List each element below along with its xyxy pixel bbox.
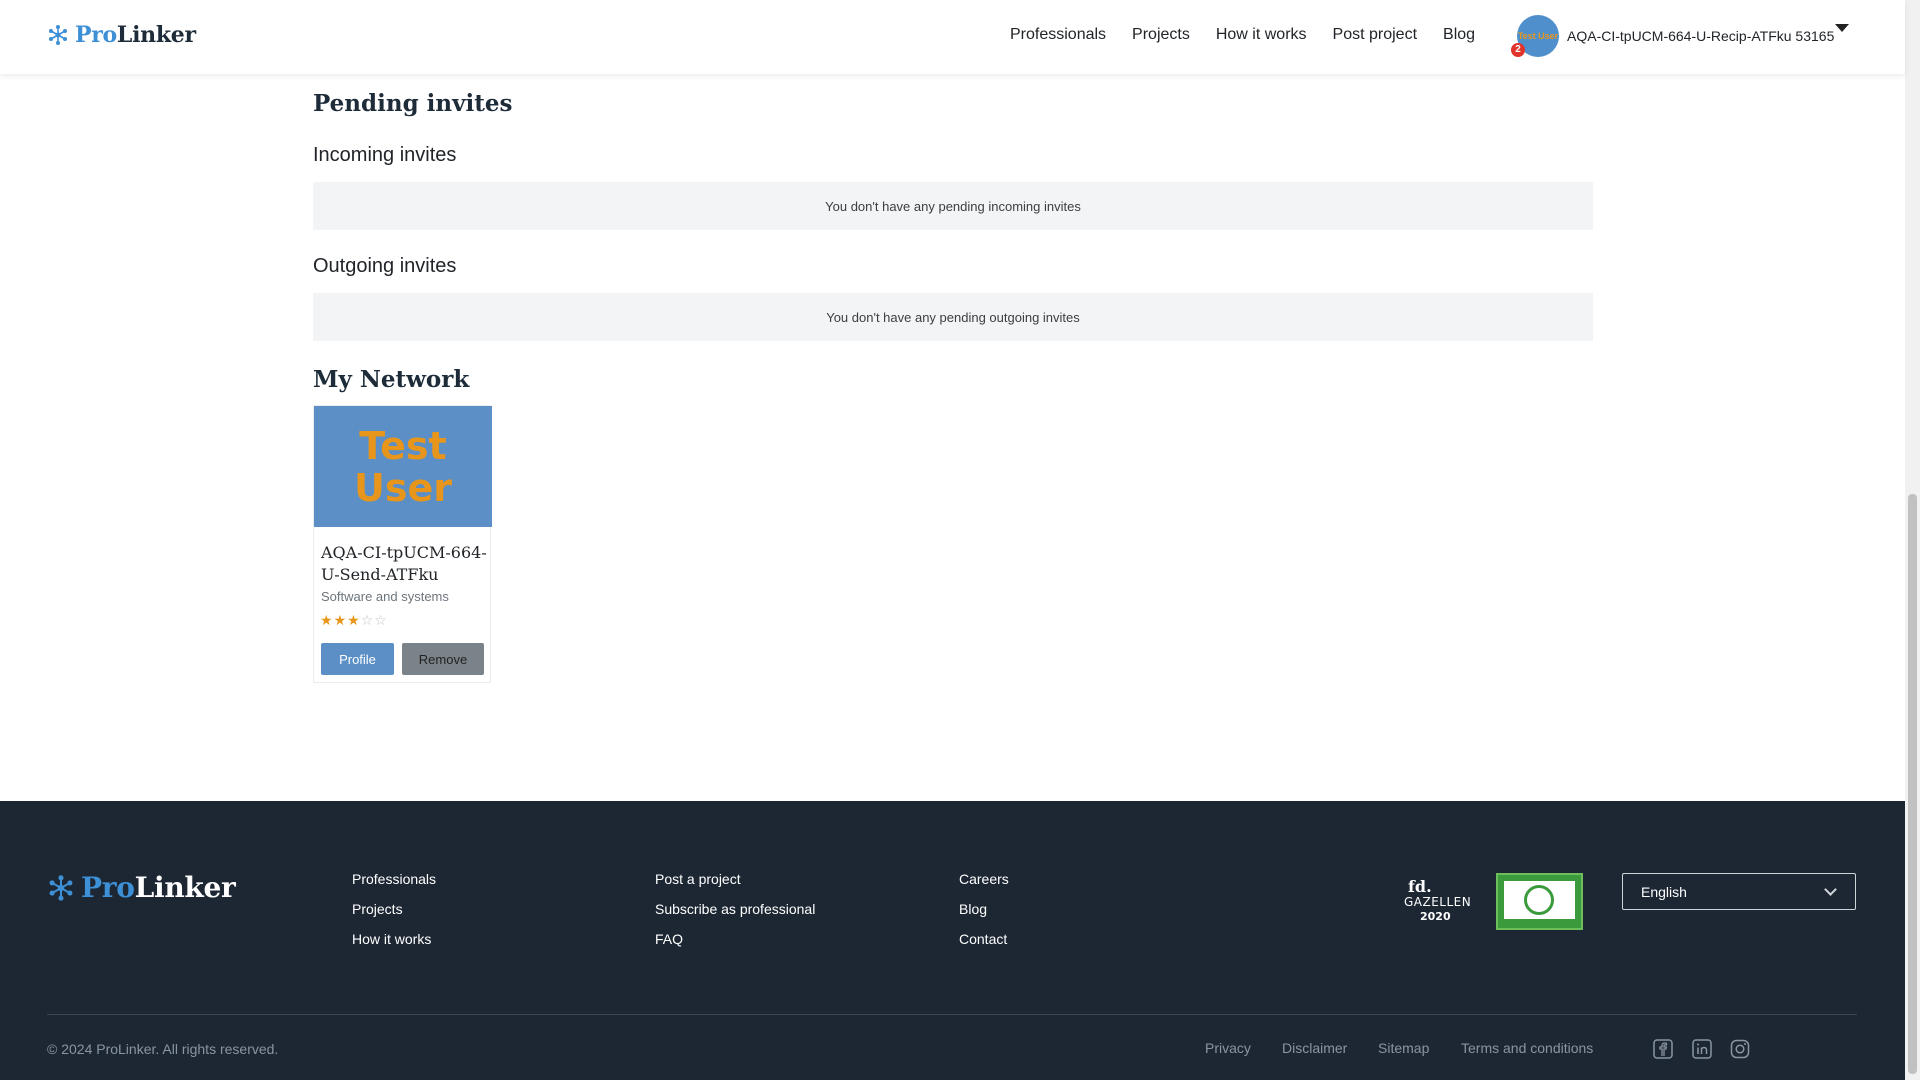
footer-link-careers[interactable]: Careers bbox=[959, 871, 1009, 889]
footer-logo[interactable]: ProLinker bbox=[47, 871, 236, 904]
nav-how-it-works[interactable]: How it works bbox=[1216, 26, 1307, 44]
network-card: Test User AQA-CI-tpUCM-664-U-Send-ATFku … bbox=[313, 405, 492, 683]
wreath-icon bbox=[1524, 885, 1554, 915]
incoming-empty-text: You don't have any pending incoming invi… bbox=[825, 198, 1081, 214]
footer-link-projects[interactable]: Projects bbox=[352, 901, 436, 919]
footer-link-blog[interactable]: Blog bbox=[959, 901, 1009, 919]
language-value: English bbox=[1641, 883, 1687, 900]
outgoing-invites-empty: You don't have any pending outgoing invi… bbox=[313, 293, 1593, 341]
my-network-title: My Network bbox=[313, 366, 470, 393]
avatar[interactable]: Test User 2 bbox=[1511, 15, 1559, 57]
nav-professionals[interactable]: Professionals bbox=[1010, 26, 1106, 44]
user-name[interactable]: AQA-CI-tpUCM-664-U-Recip-ATFku 53165 bbox=[1567, 28, 1834, 44]
language-select[interactable]: English bbox=[1622, 873, 1856, 910]
footer-link-subscribe[interactable]: Subscribe as professional bbox=[655, 901, 815, 919]
footer-divider bbox=[47, 1014, 1857, 1015]
site-header: ProLinker Professionals Projects How it … bbox=[0, 0, 1905, 74]
footer-link-privacy[interactable]: Privacy bbox=[1205, 1040, 1251, 1056]
facebook-icon[interactable] bbox=[1653, 1039, 1673, 1059]
star-filled-icon: ★ bbox=[333, 612, 347, 628]
footer-link-professionals[interactable]: Professionals bbox=[352, 871, 436, 889]
footer-link-post-project[interactable]: Post a project bbox=[655, 871, 815, 889]
star-filled-icon: ★ bbox=[347, 612, 360, 628]
avatar-text: Test User bbox=[1517, 30, 1559, 41]
linkedin-icon[interactable] bbox=[1692, 1039, 1712, 1059]
user-menu[interactable]: Test User 2 AQA-CI-tpUCM-664-U-Recip-ATF… bbox=[1511, 15, 1834, 57]
footer-link-contact[interactable]: Contact bbox=[959, 931, 1009, 949]
logo-network-icon bbox=[49, 25, 67, 45]
footer-link-disclaimer[interactable]: Disclaimer bbox=[1282, 1040, 1347, 1056]
footer-col-3: Careers Blog Contact bbox=[959, 871, 1009, 949]
footer-link-terms[interactable]: Terms and conditions bbox=[1461, 1040, 1593, 1056]
scrollbar-thumb[interactable] bbox=[1908, 494, 1917, 1074]
copyright: © 2024 ProLinker. All rights reserved. bbox=[47, 1041, 279, 1057]
rating-stars: ★ ★ ★ ☆ ☆ bbox=[320, 613, 387, 627]
network-card-image: Test User bbox=[314, 406, 492, 527]
logo-text: ProLinker bbox=[75, 22, 196, 48]
star-filled-icon: ★ bbox=[320, 612, 333, 628]
footer-link-sitemap[interactable]: Sitemap bbox=[1378, 1040, 1429, 1056]
card-image-text-1: Test bbox=[359, 423, 447, 468]
page-scrollbar[interactable] bbox=[1905, 0, 1920, 1080]
star-empty-icon: ☆ bbox=[360, 612, 374, 628]
notification-badge[interactable]: 2 bbox=[1511, 43, 1525, 57]
incoming-invites-empty: You don't have any pending incoming invi… bbox=[313, 182, 1593, 230]
gazellen-badge: fd. GAZELLEN 2020 bbox=[1404, 877, 1472, 923]
nav-post-project[interactable]: Post project bbox=[1333, 26, 1417, 44]
outgoing-invites-title: Outgoing invites bbox=[313, 255, 457, 277]
site-footer: ProLinker Professionals Projects How it … bbox=[0, 801, 1905, 1080]
instagram-icon[interactable] bbox=[1730, 1039, 1750, 1059]
header-logo[interactable]: ProLinker bbox=[47, 22, 196, 48]
network-card-name: AQA-CI-tpUCM-664-U-Send-ATFku bbox=[321, 543, 487, 584]
award-badge bbox=[1496, 873, 1583, 930]
profile-button[interactable]: Profile bbox=[321, 643, 394, 675]
star-empty-icon: ☆ bbox=[374, 612, 387, 628]
footer-col-2: Post a project Subscribe as professional… bbox=[655, 871, 815, 949]
caret-down-icon[interactable] bbox=[1835, 24, 1849, 32]
remove-button[interactable]: Remove bbox=[402, 643, 484, 675]
nav-projects[interactable]: Projects bbox=[1132, 26, 1190, 44]
main-nav: Professionals Projects How it works Post… bbox=[1010, 26, 1475, 44]
nav-blog[interactable]: Blog bbox=[1443, 26, 1475, 44]
incoming-invites-title: Incoming invites bbox=[313, 144, 457, 166]
outgoing-empty-text: You don't have any pending outgoing invi… bbox=[826, 309, 1080, 325]
pending-invites-title: Pending invites bbox=[313, 90, 513, 117]
footer-logo-text: ProLinker bbox=[81, 871, 236, 904]
footer-link-how-it-works[interactable]: How it works bbox=[352, 931, 436, 949]
footer-col-1: Professionals Projects How it works bbox=[352, 871, 436, 949]
card-image-text-2: User bbox=[354, 465, 452, 510]
network-card-category: Software and systems bbox=[321, 589, 449, 604]
chevron-down-icon bbox=[1824, 883, 1837, 896]
footer-link-faq[interactable]: FAQ bbox=[655, 931, 815, 949]
logo-network-icon bbox=[49, 874, 73, 901]
